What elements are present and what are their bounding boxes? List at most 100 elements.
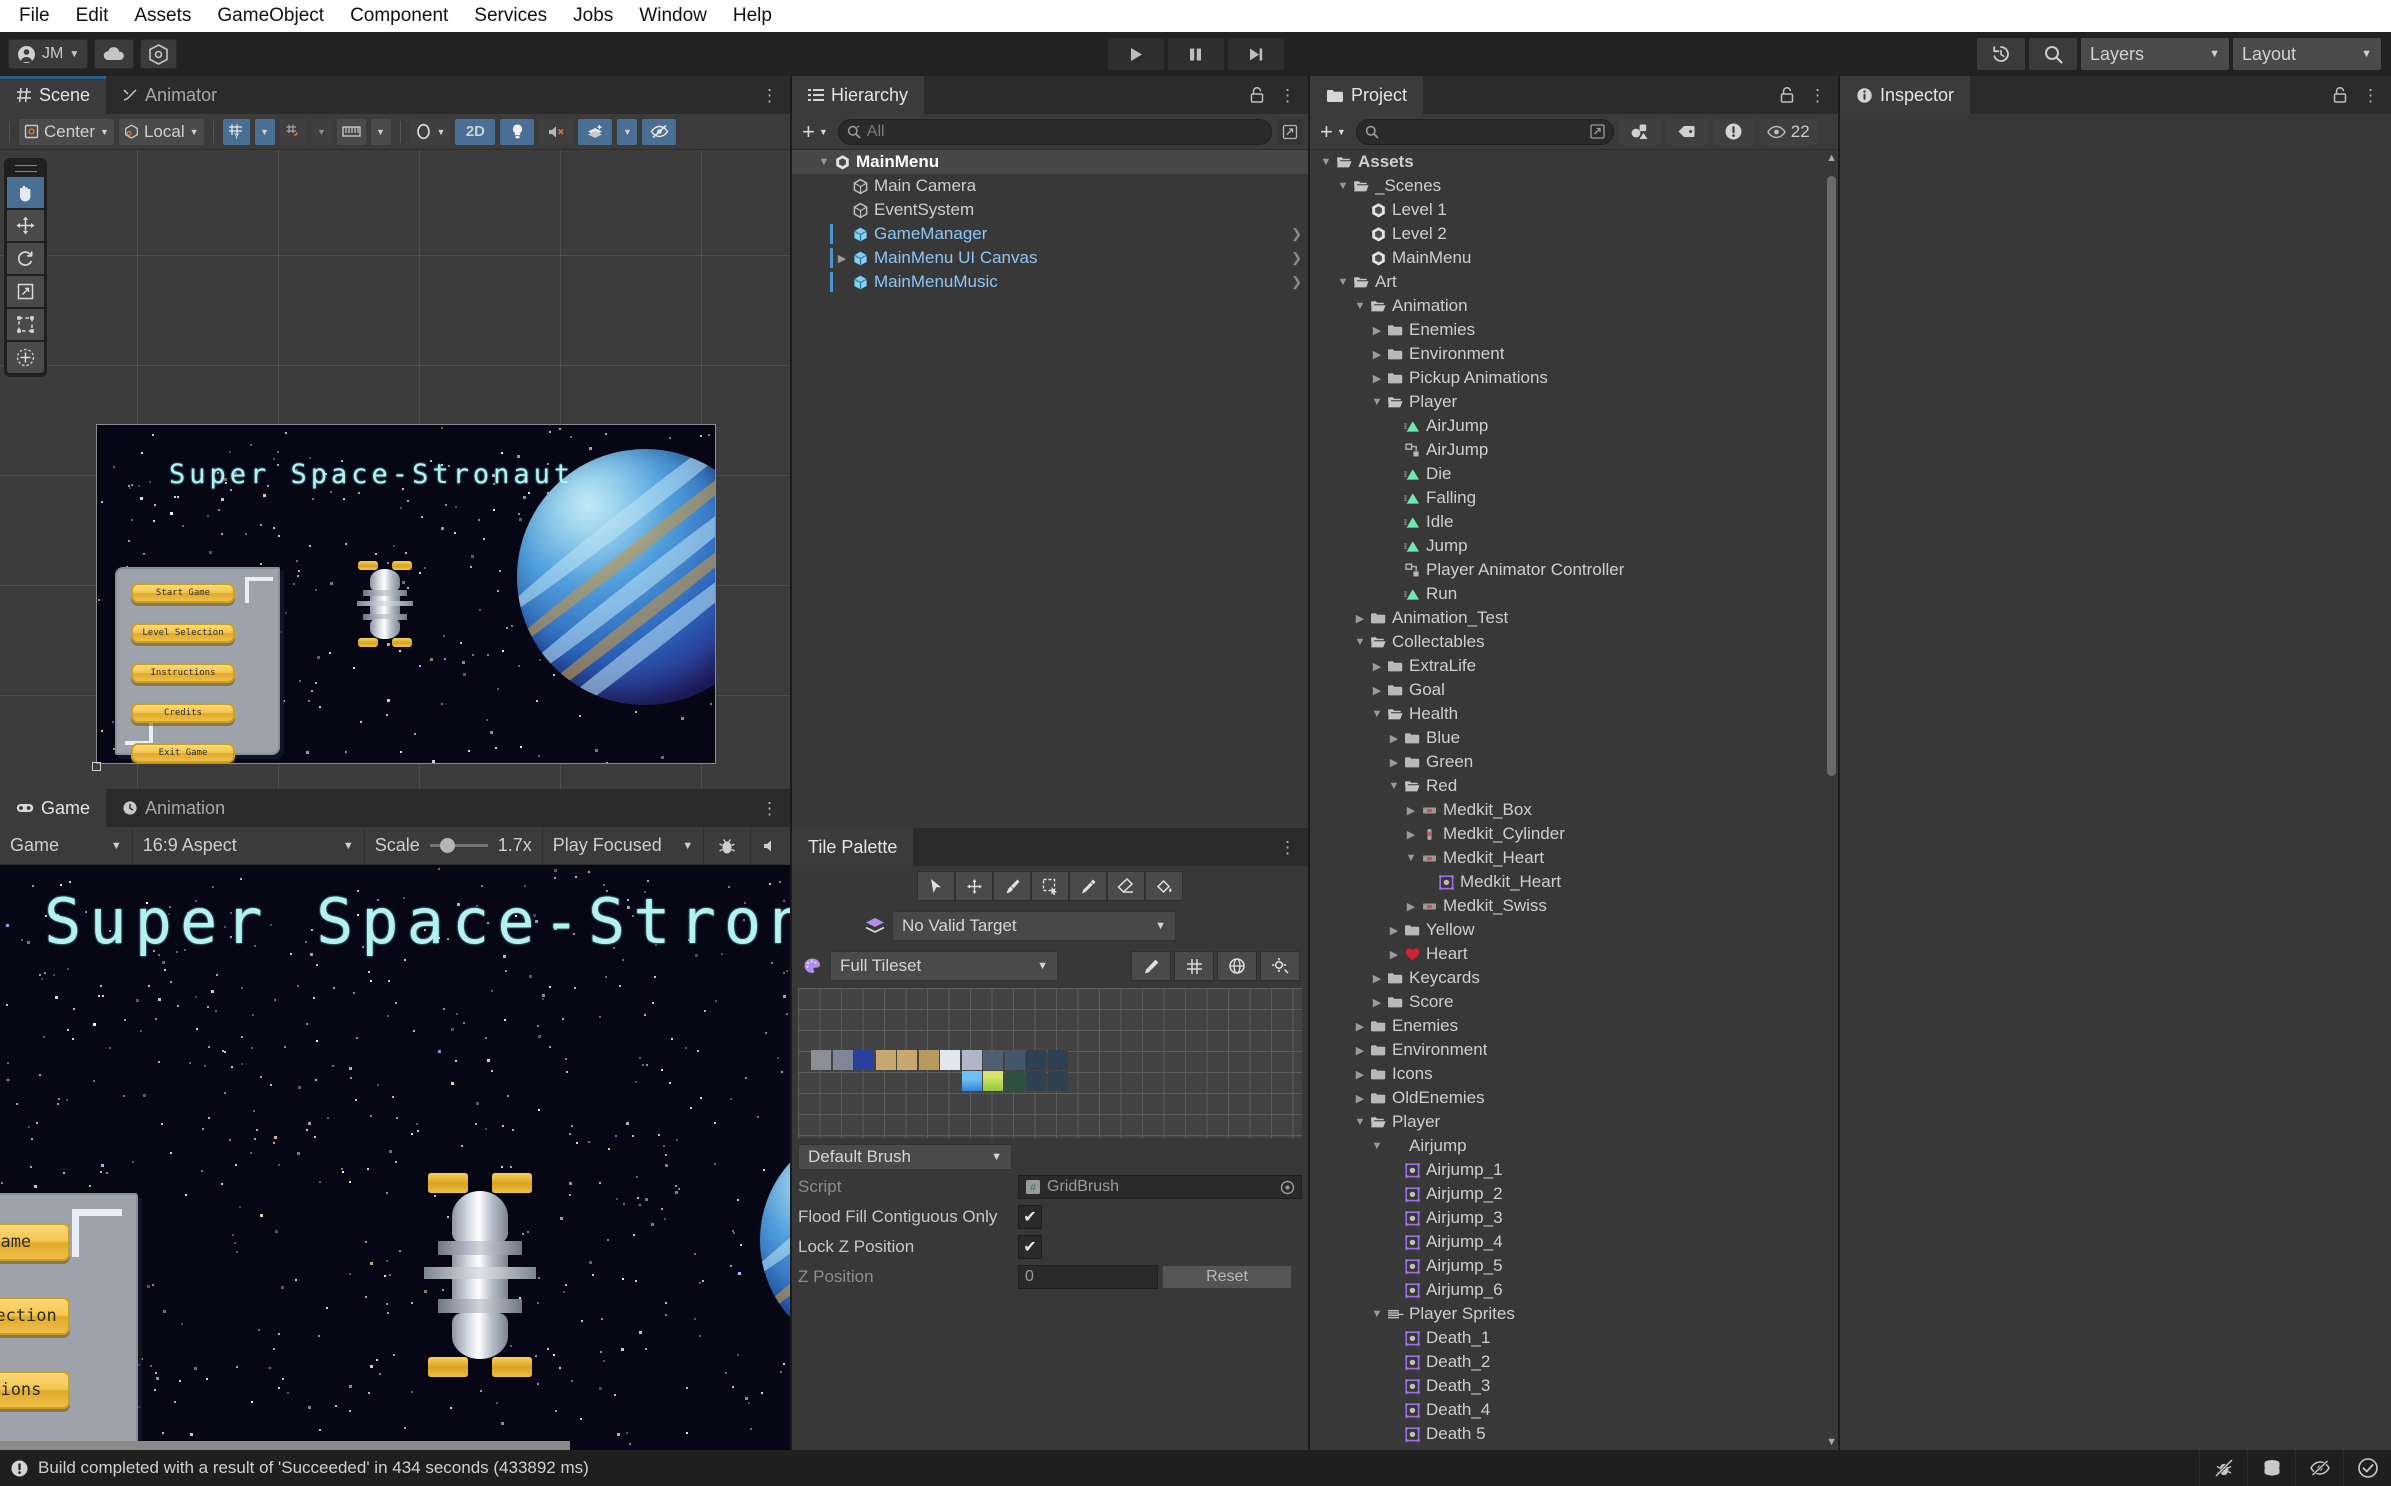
scene-selection-handle[interactable]: [92, 762, 101, 771]
rect-transform-tool-button[interactable]: [7, 309, 44, 340]
chevron-right-icon[interactable]: ▶: [1352, 612, 1368, 625]
chevron-down-icon[interactable]: ▼: [1352, 300, 1368, 312]
palette-tile[interactable]: [918, 1050, 939, 1070]
menu-button[interactable]: Exit Game: [131, 743, 235, 763]
project-row[interactable]: Death 5: [1310, 1422, 1838, 1446]
chevron-down-icon[interactable]: ▼: [1318, 156, 1334, 168]
chevron-right-icon[interactable]: ▶: [1352, 1092, 1368, 1105]
snap-increment-dropdown[interactable]: ▼: [311, 118, 332, 145]
project-row[interactable]: ▶ Environment: [1310, 1038, 1838, 1062]
project-row[interactable]: ▶ Environment: [1310, 342, 1838, 366]
script-object-field[interactable]: # GridBrush: [1018, 1175, 1302, 1199]
move-tool-button[interactable]: [7, 210, 44, 241]
chevron-right-icon[interactable]: ▶: [1369, 972, 1385, 985]
project-row[interactable]: Medkit_Heart: [1310, 870, 1838, 894]
project-row[interactable]: ▼ Airjump: [1310, 1134, 1838, 1158]
lock-z-checkbox[interactable]: ✔: [1018, 1235, 1042, 1259]
project-row[interactable]: ▼ Red: [1310, 774, 1838, 798]
hierarchy-search-input[interactable]: All: [837, 118, 1272, 145]
project-row[interactable]: ▶ Icons: [1310, 1062, 1838, 1086]
palette-tile[interactable]: [983, 1071, 1003, 1091]
tile-palette-kebab-menu-icon[interactable]: ⋮: [1279, 839, 1296, 856]
chevron-right-icon[interactable]: ▶: [1369, 348, 1385, 361]
project-scrollbar[interactable]: [1827, 154, 1836, 1446]
project-row[interactable]: Level 1: [1310, 198, 1838, 222]
settings-button[interactable]: [1260, 951, 1300, 981]
chevron-right-icon[interactable]: ▶: [1386, 924, 1402, 937]
menu-item-assets[interactable]: Assets: [121, 0, 204, 32]
palette-tile[interactable]: [1026, 1050, 1046, 1070]
project-row[interactable]: Airjump_1: [1310, 1158, 1838, 1182]
menu-button[interactable]: Level Selection: [0, 1297, 70, 1335]
edit-palette-button[interactable]: [1131, 951, 1171, 981]
project-add-button[interactable]: + ▼: [1315, 119, 1351, 145]
palette-tile[interactable]: [854, 1050, 874, 1070]
chevron-down-icon[interactable]: ▼: [1369, 1140, 1385, 1152]
menu-button[interactable]: Credits: [131, 703, 235, 723]
palette-tile[interactable]: [961, 1050, 982, 1070]
status-bar[interactable]: Build completed with a result of 'Succee…: [0, 1450, 2391, 1486]
chevron-right-icon[interactable]: ▶: [1352, 1068, 1368, 1081]
chevron-down-icon[interactable]: ▼: [1369, 396, 1385, 408]
tab-tile-palette[interactable]: Tile Palette: [792, 828, 914, 866]
mode-2d-button[interactable]: 2D: [455, 118, 496, 145]
snap-increment-button[interactable]: [279, 118, 307, 145]
hierarchy-add-button[interactable]: + ▼: [797, 119, 833, 145]
scene-visibility-button[interactable]: [642, 118, 677, 145]
eraser-tool-button[interactable]: [1107, 871, 1145, 901]
palette-dropdown[interactable]: Full Tileset ▼: [830, 951, 1058, 981]
account-dropdown[interactable]: JM ▼: [8, 39, 89, 69]
menu-item-window[interactable]: Window: [626, 0, 720, 32]
game-kebab-menu-icon[interactable]: ⋮: [761, 800, 778, 817]
target-tilemap-dropdown[interactable]: No Valid Target ▼: [892, 911, 1176, 941]
palette-tile[interactable]: [1004, 1050, 1025, 1070]
project-row[interactable]: ▼ Collectables: [1310, 630, 1838, 654]
picker-tool-button[interactable]: [1069, 871, 1107, 901]
pause-button[interactable]: [1167, 38, 1224, 70]
project-row[interactable]: ▼ Player: [1310, 390, 1838, 414]
menu-button[interactable]: Start Game: [0, 1223, 70, 1261]
hierarchy-lock-icon[interactable]: [1249, 86, 1265, 104]
palette-tile[interactable]: [983, 1050, 1003, 1070]
tab-game[interactable]: Game: [0, 789, 107, 827]
project-row[interactable]: Death_3: [1310, 1374, 1838, 1398]
project-row[interactable]: ▶ Medkit_Cylinder: [1310, 822, 1838, 846]
tool-palette-grip[interactable]: [7, 162, 44, 175]
shading-mode-dropdown[interactable]: ▼: [409, 118, 451, 145]
object-picker-icon[interactable]: [1280, 1180, 1295, 1195]
lighting-button[interactable]: [500, 118, 535, 145]
project-row[interactable]: ▶ Enemies: [1310, 318, 1838, 342]
cloud-button[interactable]: [94, 39, 135, 69]
project-row[interactable]: Idle: [1310, 510, 1838, 534]
project-row[interactable]: ▼ Animation: [1310, 294, 1838, 318]
project-row[interactable]: ▶ Heart: [1310, 942, 1838, 966]
chevron-right-icon[interactable]: ▶: [1386, 948, 1402, 961]
chevron-down-icon[interactable]: ▼: [1386, 780, 1402, 792]
project-row[interactable]: Death_2: [1310, 1350, 1838, 1374]
audio-mute-button[interactable]: [539, 118, 574, 145]
z-position-input[interactable]: 0: [1018, 1265, 1158, 1289]
project-row[interactable]: Airjump_5: [1310, 1254, 1838, 1278]
space-mode-dropdown[interactable]: Local ▼: [118, 118, 204, 145]
chevron-right-icon[interactable]: ▶: [1369, 660, 1385, 673]
transform-tool-button[interactable]: [7, 342, 44, 373]
menu-button[interactable]: Level Selection: [131, 623, 235, 643]
menu-item-help[interactable]: Help: [720, 0, 785, 32]
effects-dropdown[interactable]: ▼: [617, 118, 638, 145]
tile-palette-grid[interactable]: [798, 988, 1302, 1138]
hierarchy-row[interactable]: Main Camera: [792, 174, 1308, 198]
grid-visibility-dropdown[interactable]: ▼: [370, 118, 391, 145]
scene-view[interactable]: Super Space-Stronaut Start Game Level Se…: [0, 150, 790, 789]
chevron-right-icon[interactable]: ▶: [1403, 828, 1419, 841]
project-tree[interactable]: ▼ Assets ▼ _Scenes Level 1 Level 2 MainMenu ▼ Ar…: [1310, 150, 1838, 1450]
filter-by-type-button[interactable]: [1618, 118, 1661, 145]
scale-slider-track[interactable]: [429, 838, 488, 853]
rotate-tool-button[interactable]: [7, 243, 44, 274]
tab-inspector[interactable]: Inspector: [1840, 76, 1971, 114]
status-ok-button[interactable]: [2343, 1450, 2391, 1486]
chevron-down-icon[interactable]: ▼: [1369, 1308, 1385, 1320]
scale-slider[interactable]: Scale 1.7x: [365, 826, 543, 865]
project-row[interactable]: ▶ Blue: [1310, 726, 1838, 750]
chevron-right-icon[interactable]: ▶: [1369, 996, 1385, 1009]
palette-tile[interactable]: [1047, 1071, 1068, 1091]
